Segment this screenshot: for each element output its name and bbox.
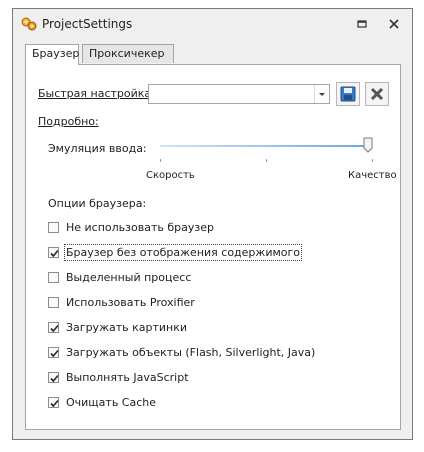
slider-track [160, 145, 370, 147]
checkmark-icon [50, 349, 59, 358]
checkbox[interactable] [48, 397, 59, 408]
window-title: ProjectSettings [42, 17, 133, 31]
option-label: Очищать Cache [66, 396, 157, 409]
chevron-down-icon[interactable] [314, 85, 329, 103]
checkbox[interactable] [48, 372, 59, 383]
checkbox[interactable] [48, 347, 59, 358]
slider-min-label: Скорость [146, 170, 195, 181]
input-emulation-slider[interactable] [160, 137, 374, 157]
option-label: Загружать объекты (Flash, Silverlight, J… [66, 346, 316, 359]
checkbox[interactable] [48, 247, 59, 258]
tab-browser[interactable]: Браузер [25, 44, 79, 65]
delete-x-icon[interactable] [365, 82, 389, 106]
checkbox[interactable] [48, 222, 59, 233]
option-label: Браузер без отображения содержимого [63, 244, 303, 261]
detail-label: Подробно: [38, 115, 99, 128]
restore-icon[interactable] [355, 17, 369, 31]
option-label: Использовать Proxifier [66, 296, 195, 309]
option-label: Загружать картинки [66, 321, 188, 334]
slider-max-label: Качество [348, 170, 397, 181]
checkbox[interactable] [48, 322, 59, 333]
save-disk-icon[interactable] [336, 82, 360, 106]
slider-thumb[interactable] [363, 137, 373, 153]
option-label: Выполнять JavaScript [66, 371, 189, 384]
checkmark-icon [50, 374, 59, 383]
projectsettings-app-icon [21, 17, 37, 31]
browser-options-label: Опции браузера: [48, 197, 147, 210]
slider-tick [372, 159, 373, 162]
checkmark-icon [50, 324, 59, 333]
slider-tick [266, 159, 267, 162]
checkbox[interactable] [48, 272, 59, 283]
browser-settings-panel: Быстрая настройка: Подробно: Эмуляция вв… [25, 64, 401, 430]
title-bar[interactable]: ProjectSettings [13, 9, 412, 39]
option-label: Не использовать браузер [66, 221, 214, 234]
close-icon[interactable] [387, 17, 401, 31]
option-label: Выделенный процесс [66, 271, 192, 284]
project-settings-window: ProjectSettings Браузер Проксичекер Быст… [12, 8, 413, 440]
checkmark-icon [50, 399, 59, 408]
checkbox[interactable] [48, 297, 59, 308]
tab-proxychecker[interactable]: Проксичекер [82, 44, 174, 63]
quick-setup-label: Быстрая настройка: [38, 87, 155, 100]
checkmark-icon [50, 249, 59, 258]
input-emulation-label: Эмуляция ввода: [48, 142, 147, 155]
quick-setup-combobox[interactable] [148, 84, 330, 104]
slider-tick [160, 159, 161, 162]
